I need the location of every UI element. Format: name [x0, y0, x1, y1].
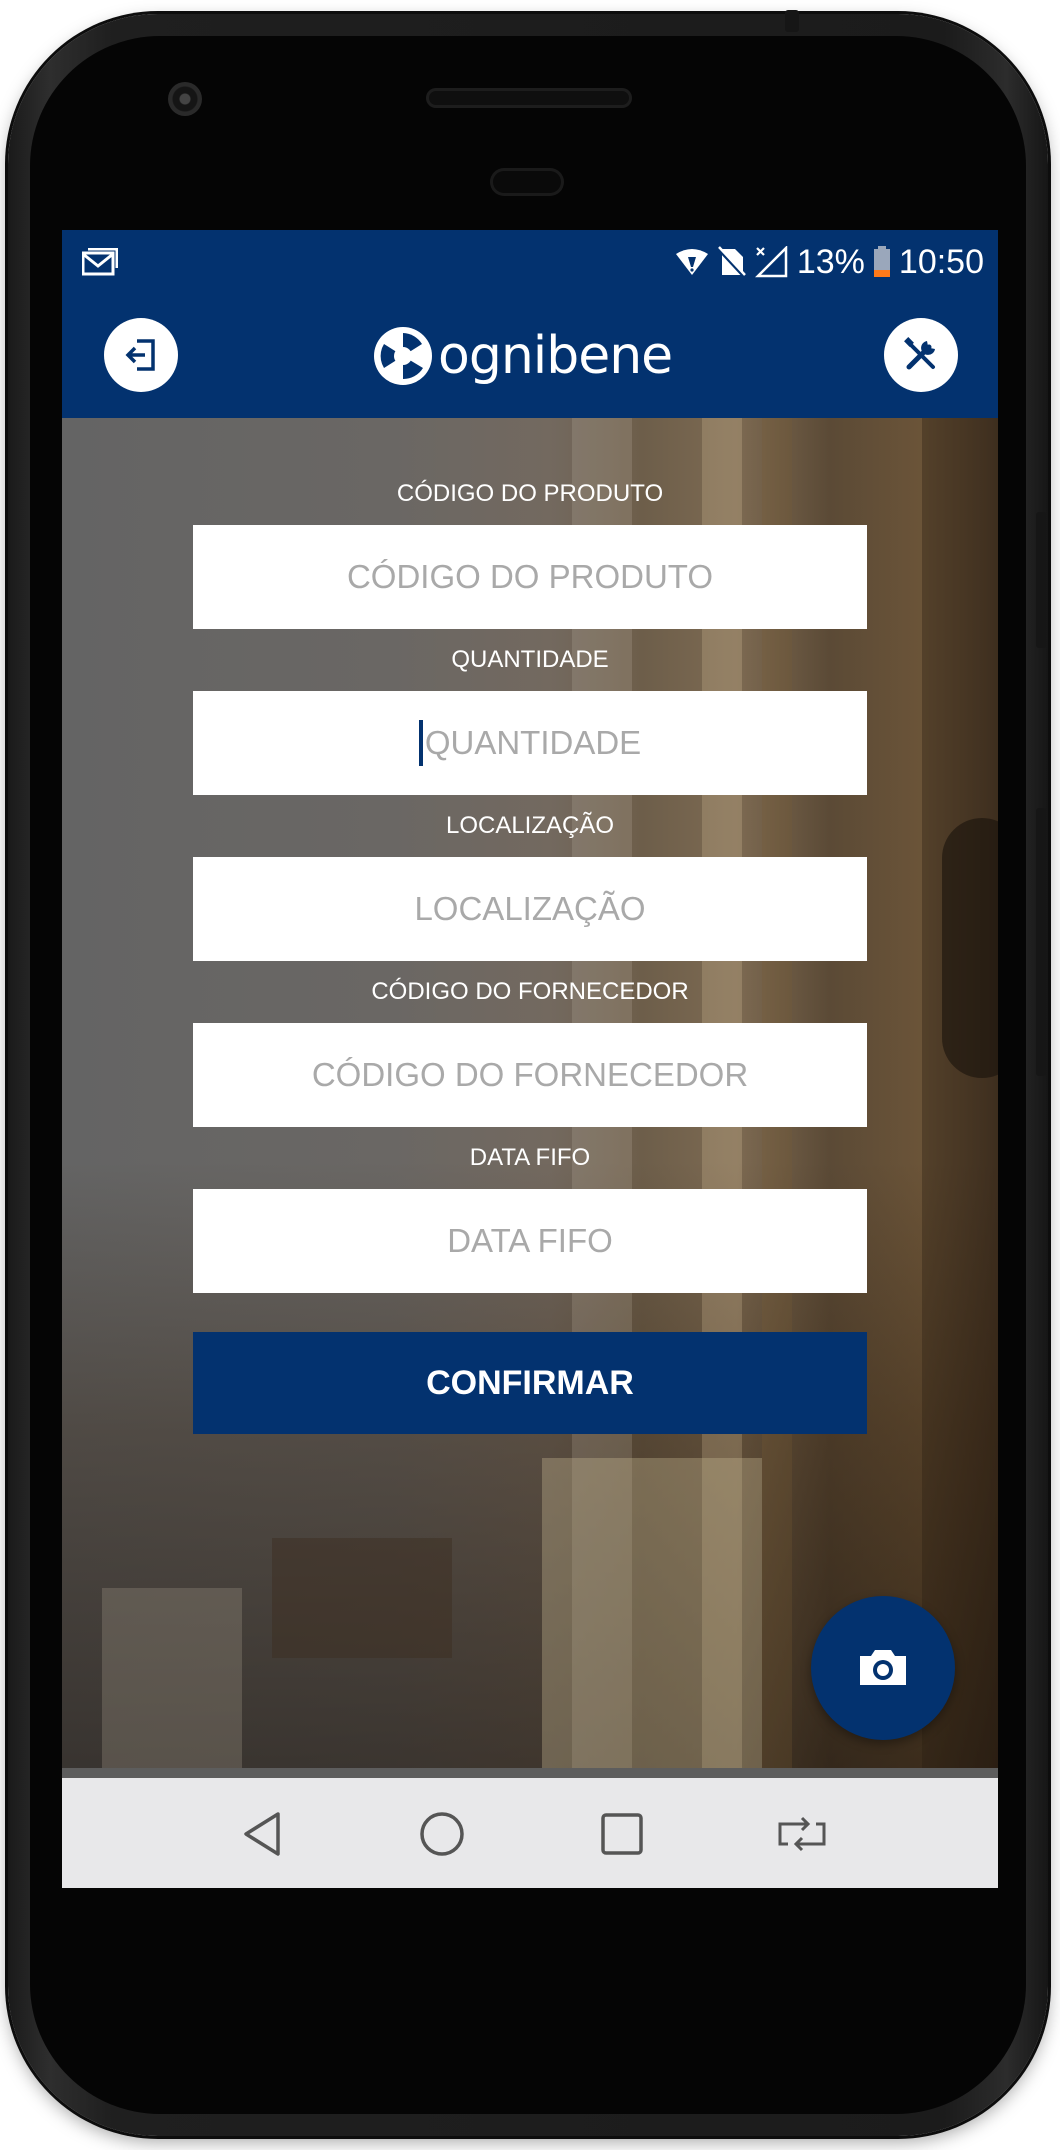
confirm-button[interactable]: CONFIRMAR [193, 1332, 867, 1434]
gmail-notification-icon [82, 248, 118, 276]
quantity-placeholder: QUANTIDADE [424, 724, 642, 761]
logo-text: ognibene [438, 326, 673, 386]
nav-recents-button[interactable] [594, 1806, 650, 1862]
home-icon [420, 1812, 464, 1856]
supplier-code-input[interactable]: CÓDIGO DO FORNECEDOR [193, 1023, 867, 1127]
wifi-icon [675, 249, 708, 275]
background-shape [102, 1588, 242, 1768]
proximity-sensor [490, 168, 564, 196]
status-time: 10:50 [898, 242, 984, 281]
top-edge-marker [785, 10, 799, 32]
ognibene-logo-icon [374, 327, 432, 385]
system-navigation-bar [62, 1778, 998, 1888]
signal-icon [754, 246, 788, 278]
settings-tools-button[interactable] [884, 318, 958, 392]
location-label: LOCALIZAÇÃO [445, 812, 615, 839]
no-sim-icon [717, 246, 747, 278]
rotate-icon [778, 1816, 826, 1852]
front-camera [168, 82, 202, 116]
background-shape [272, 1538, 452, 1658]
status-icons: 13% 10:50 [675, 238, 984, 286]
quantity-input[interactable]: QUANTIDADE [193, 691, 867, 795]
nav-back-button[interactable] [234, 1806, 290, 1862]
status-bar: 13% 10:50 [62, 230, 998, 294]
app-bar: ognibene [62, 294, 998, 418]
volume-button [1036, 808, 1046, 1076]
battery-icon [873, 246, 890, 277]
recents-icon [601, 1813, 643, 1855]
nav-rotate-button[interactable] [774, 1806, 830, 1862]
fifo-date-label: DATA FIFO [469, 1144, 591, 1171]
camera-icon [860, 1650, 906, 1685]
logout-button[interactable] [104, 318, 178, 392]
background-shape [922, 418, 998, 1768]
earpiece-speaker [426, 88, 632, 108]
product-code-input[interactable]: CÓDIGO DO PRODUTO [193, 525, 867, 629]
fifo-date-input[interactable]: DATA FIFO [193, 1189, 867, 1293]
tools-icon [904, 337, 935, 370]
location-input[interactable]: LOCALIZAÇÃO [193, 857, 867, 961]
background-shape [542, 1458, 762, 1768]
nav-home-button[interactable] [414, 1806, 470, 1862]
screen: 13% 10:50 ognibene CÓDIGO DO PRODUTO CÓD… [62, 230, 998, 1888]
background-shape [942, 818, 998, 1078]
logout-icon [125, 339, 155, 371]
product-code-label: CÓDIGO DO PRODUTO [396, 480, 664, 507]
camera-scan-button[interactable] [811, 1596, 955, 1740]
supplier-code-label: CÓDIGO DO FORNECEDOR [371, 978, 689, 1005]
quantity-label: QUANTIDADE [451, 646, 609, 673]
battery-percent: 13% [796, 242, 865, 281]
power-button [1036, 512, 1046, 648]
text-cursor [418, 720, 423, 766]
ognibene-logo: ognibene [372, 320, 673, 392]
back-icon [244, 1812, 280, 1856]
